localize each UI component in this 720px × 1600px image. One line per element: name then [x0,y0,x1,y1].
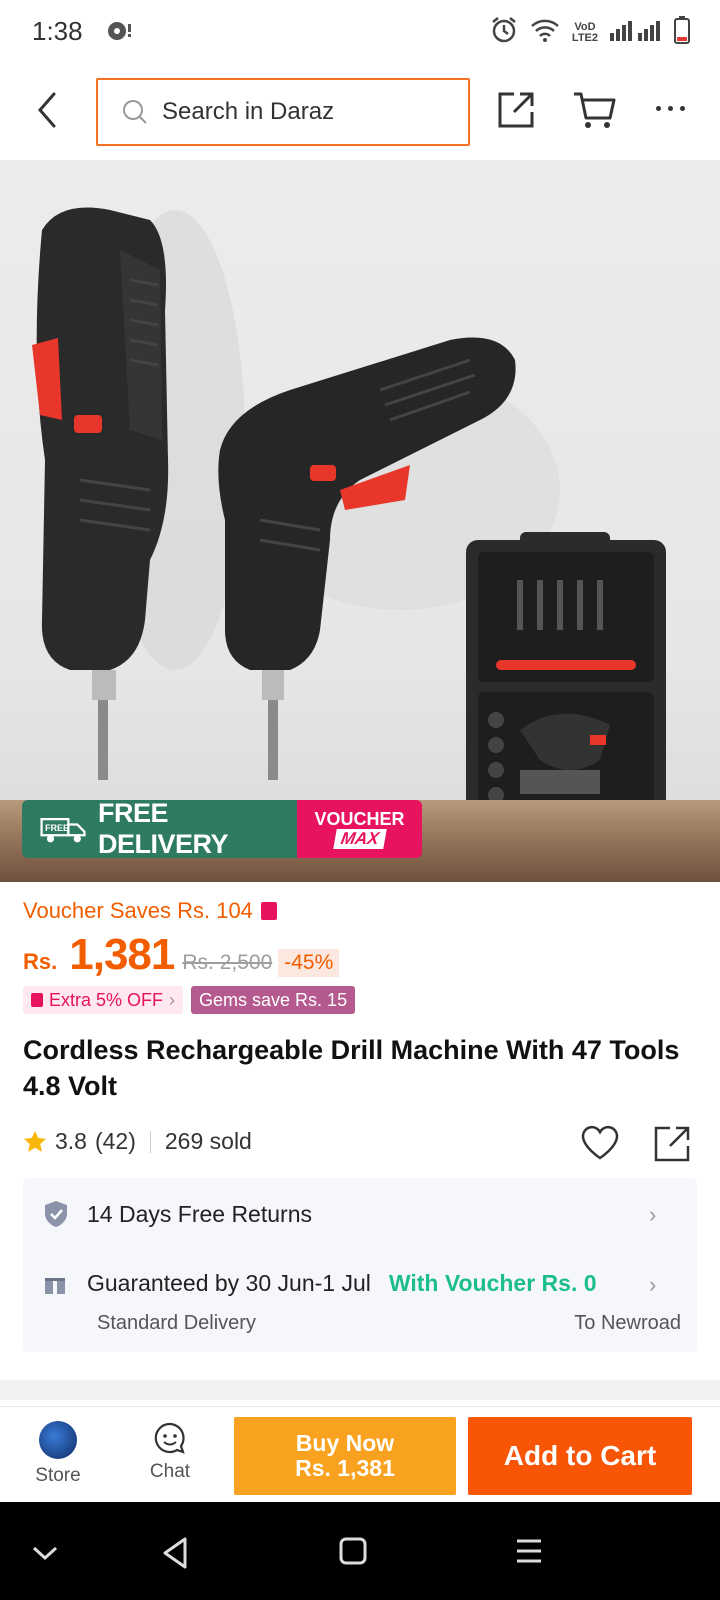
status-time: 1:38 [32,16,83,46]
system-navigation-bar [0,1502,720,1600]
product-image-gallery[interactable]: FREE FREE DELIVERY VOUCHER MAX [0,160,720,882]
product-image [32,207,666,840]
star-icon [24,1130,46,1152]
sold-count: 269 sold [164,1128,252,1154]
status-bar: 1:38 VoD LTE2 [0,0,720,64]
extra-off-chip[interactable]: Extra 5% OFF › [23,986,184,1014]
chevron-right-icon[interactable]: › [649,1272,656,1298]
recents-nav-icon[interactable] [514,1536,544,1566]
network-type-label: VoD LTE2 [571,20,598,44]
review-count: (42) [94,1128,136,1154]
voucher-max-badge: VOUCHER MAX [297,800,422,858]
free-delivery-label: FREE DELIVERY [98,800,229,858]
rating-row[interactable]: 3.8 (42) 269 sold [23,1128,252,1155]
delivery-type: Standard Delivery [97,1312,256,1334]
buy-now-button[interactable]: Buy Now Rs. 1,381 [234,1417,456,1495]
svg-text:FREE: FREE [45,823,69,833]
voucher-tag-icon [260,902,277,920]
alarm-icon [490,16,518,49]
chevron-right-icon[interactable]: › [649,1202,656,1228]
store-logo-icon [39,1421,77,1459]
cart-button[interactable] [572,90,616,135]
add-to-cart-button[interactable]: Add to Cart [468,1417,692,1495]
original-price: Rs. 2,500 [182,951,273,974]
delivery-row[interactable]: Guaranteed by 30 Jun-1 Jul With Voucher … [43,1270,597,1297]
price-currency: Rs. [23,949,58,974]
service-info-card: 14 Days Free Returns › Guaranteed by 30 … [23,1178,697,1352]
share-button[interactable] [496,90,536,135]
wishlist-button[interactable] [580,1124,620,1167]
returns-row[interactable]: 14 Days Free Returns [43,1200,312,1228]
share-icon [654,1126,690,1162]
current-price: 1,381 [69,930,175,979]
discount-badge: -45% [278,949,340,977]
gems-save-chip: Gems save Rs. 15 [191,986,356,1014]
voucher-savings[interactable]: Voucher Saves Rs. 104 [23,898,277,924]
wifi-icon [530,18,560,47]
battery-icon [674,16,690,49]
chat-button[interactable]: Chat [138,1421,202,1483]
more-options-button[interactable] [656,106,692,111]
back-icon [38,92,56,128]
delivery-truck-icon: FREE [40,818,86,843]
cart-icon [574,92,616,128]
share-product-button[interactable] [652,1124,692,1169]
product-title: Cordless Rechargeable Drill Machine With… [23,1035,680,1101]
price-row: Rs. 1,381 Rs. 2,500 -45% [23,930,340,980]
divider [149,1130,151,1153]
more-icon [656,106,661,111]
bottom-action-bar: Store Chat Buy Now Rs. 1,381 Add to Cart [0,1406,720,1502]
search-input[interactable]: Search in Daraz [96,78,470,146]
promo-banner: FREE FREE DELIVERY VOUCHER MAX [22,800,422,858]
free-delivery-badge: FREE FREE DELIVERY [22,800,297,858]
promo-chips: Extra 5% OFF › Gems save Rs. 15 [23,986,356,1014]
store-button[interactable]: Store [26,1421,90,1487]
back-button[interactable] [30,90,66,130]
voucher-tag-icon [31,993,43,1007]
hide-keyboard-icon[interactable] [30,1536,60,1566]
signal-icon [610,19,662,46]
home-nav-icon[interactable] [338,1536,368,1566]
notification-icon [106,20,132,47]
back-nav-icon[interactable] [160,1536,190,1570]
chat-icon [154,1422,185,1454]
section-divider [0,1380,720,1400]
delivery-location[interactable]: To Newroad [574,1312,681,1335]
share-icon [498,92,534,128]
heart-icon [581,1125,619,1160]
chevron-right-icon: › [169,989,176,1010]
shield-check-icon [45,1201,67,1227]
search-placeholder: Search in Daraz [162,98,335,125]
search-icon [123,100,147,124]
rating-value: 3.8 [55,1128,87,1154]
top-navigation: Search in Daraz [0,64,720,158]
package-icon [45,1273,65,1294]
